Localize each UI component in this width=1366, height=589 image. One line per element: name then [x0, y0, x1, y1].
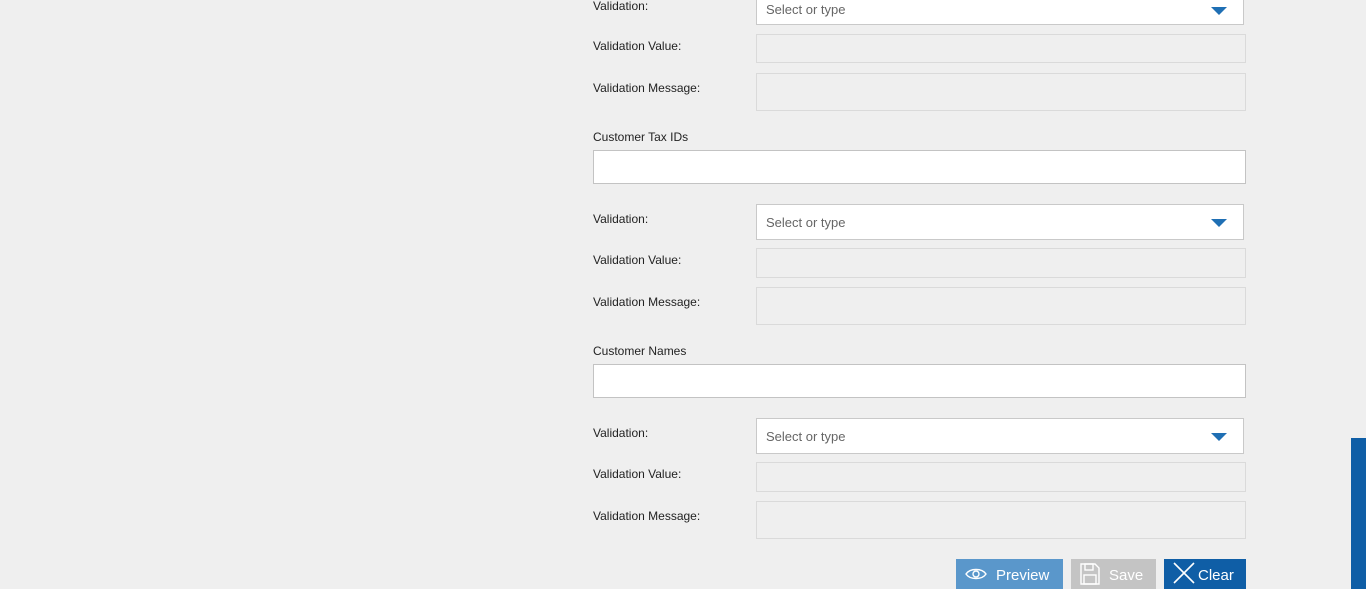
validation-select[interactable]: Select or type [756, 0, 1244, 25]
validation-select[interactable]: Select or type [756, 204, 1244, 240]
clear-button-label: Clear [1198, 567, 1234, 584]
validation-label: Validation: [593, 426, 649, 440]
eye-icon [965, 568, 987, 580]
preview-button[interactable]: Preview [956, 559, 1063, 589]
validation-select[interactable]: Select or type [756, 418, 1244, 454]
chevron-down-icon[interactable] [1211, 219, 1227, 227]
validation-select-placeholder: Select or type [766, 429, 846, 444]
customer-tax-ids-label: Customer Tax IDs [593, 130, 689, 144]
customer-names-input[interactable] [593, 364, 1246, 398]
close-icon [1173, 562, 1195, 584]
validation-select-placeholder: Select or type [766, 2, 846, 17]
validation-message-field[interactable] [756, 501, 1246, 539]
chevron-down-icon[interactable] [1211, 433, 1227, 441]
side-panel-tab[interactable] [1351, 438, 1366, 589]
validation-value-field[interactable] [756, 248, 1246, 278]
validation-label: Validation: [593, 0, 649, 13]
validation-select-placeholder: Select or type [766, 215, 846, 230]
validation-message-label: Validation Message: [593, 295, 701, 309]
save-button-label: Save [1109, 567, 1144, 584]
clear-button[interactable]: Clear [1164, 559, 1246, 589]
preview-button-label: Preview [996, 567, 1050, 584]
validation-message-field[interactable] [756, 287, 1246, 325]
validation-value-label: Validation Value: [593, 39, 682, 53]
validation-value-label: Validation Value: [593, 253, 682, 267]
validation-label: Validation: [593, 212, 649, 226]
validation-form: Validation: Select or type Validation Va… [593, 0, 1246, 589]
validation-value-field[interactable] [756, 34, 1246, 63]
floppy-disk-icon [1080, 563, 1100, 585]
validation-message-field[interactable] [756, 73, 1246, 111]
validation-message-label: Validation Message: [593, 81, 701, 95]
save-button[interactable]: Save [1071, 559, 1156, 589]
validation-message-label: Validation Message: [593, 509, 701, 523]
customer-tax-ids-input[interactable] [593, 150, 1246, 184]
validation-value-field[interactable] [756, 462, 1246, 492]
validation-value-label: Validation Value: [593, 467, 682, 481]
chevron-down-icon[interactable] [1211, 7, 1227, 15]
customer-names-label: Customer Names [593, 344, 687, 358]
